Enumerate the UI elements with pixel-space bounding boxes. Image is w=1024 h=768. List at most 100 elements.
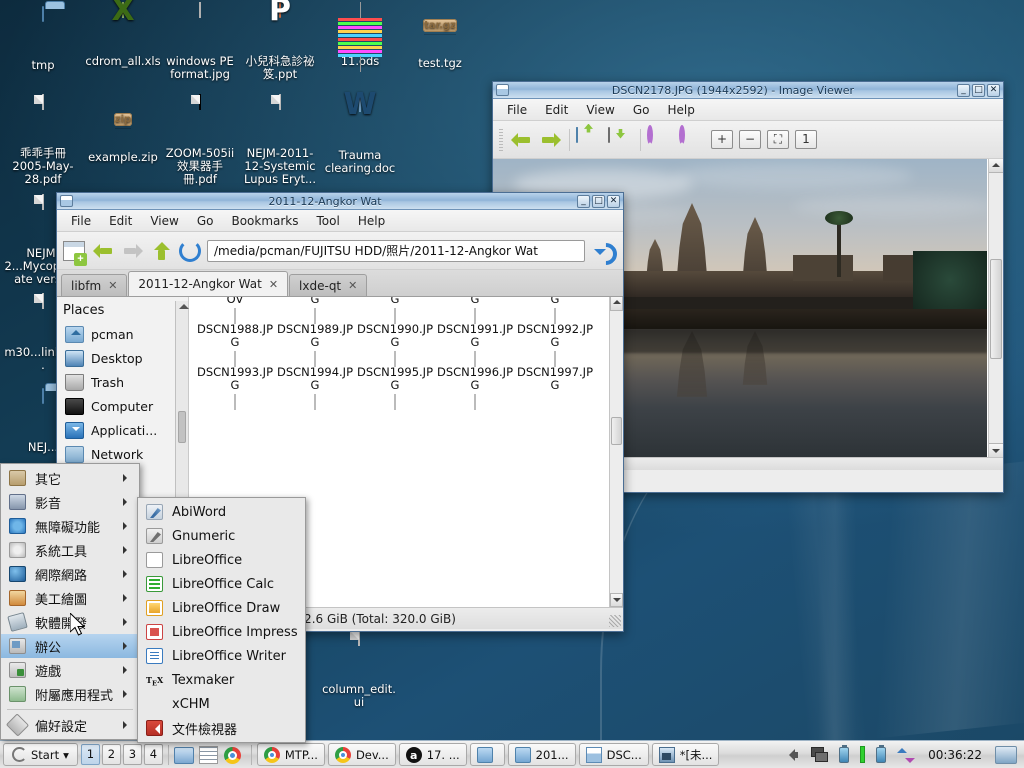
system-tray[interactable]: 00:36:22 xyxy=(786,746,1021,764)
start-button[interactable]: Start ▾ xyxy=(3,743,78,766)
path-input[interactable]: /media/pcman/FUJITSU HDD/照片/2011-12-Angk… xyxy=(207,240,585,262)
scroll-up-icon[interactable] xyxy=(179,304,189,309)
desktop-icon-trauma-clearing-doc[interactable]: W Trauma clearing.doc xyxy=(321,98,399,175)
menu-item-internet[interactable]: 網際網路 xyxy=(1,562,139,586)
desktop-icon-test-tgz[interactable]: tar.gz test.tgz xyxy=(401,6,479,70)
menu-go[interactable]: Go xyxy=(625,101,658,119)
network-icon[interactable] xyxy=(811,747,828,762)
task-button-17[interactable]: a 17. ... xyxy=(399,743,467,766)
zoom-in-button[interactable]: + xyxy=(711,130,733,149)
desktop-icon-windows-pe-format-jpg[interactable]: windows PE format.jpg xyxy=(161,4,239,81)
reload-button[interactable] xyxy=(179,240,201,262)
rotate-counterclockwise-button[interactable] xyxy=(679,128,705,152)
task-button-untitled[interactable]: *[未... xyxy=(652,743,720,766)
place-item-desktop[interactable]: Desktop xyxy=(63,346,188,370)
maximize-button[interactable]: □ xyxy=(592,195,605,208)
actual-size-button[interactable]: 1 xyxy=(795,130,817,149)
desktop-3-button[interactable]: 3 xyxy=(123,744,142,765)
desktop-icon-zoom505-pdf[interactable]: ZOOM-505ii 效果器手冊.pdf xyxy=(161,96,239,186)
chrome-launcher[interactable] xyxy=(224,744,246,766)
submenu-item-gnumeric[interactable]: Gnumeric xyxy=(138,524,305,548)
updown-arrows-icon[interactable] xyxy=(897,747,915,763)
office-submenu[interactable]: AbiWord Gnumeric LibreOffice LibreOffice… xyxy=(137,497,306,743)
new-tab-button[interactable] xyxy=(63,241,85,261)
file-manager-tabbar[interactable]: libfm ✕ 2011-12-Angkor Wat ✕ lxde-qt ✕ xyxy=(57,270,623,297)
file-item[interactable]: DSCN1990.JPG xyxy=(355,306,435,349)
submenu-item-document-viewer[interactable]: 文件檢視器 xyxy=(138,716,305,740)
minimize-button[interactable]: _ xyxy=(577,195,590,208)
rotate-clockwise-button[interactable] xyxy=(647,128,673,152)
menu-view[interactable]: View xyxy=(142,212,186,230)
show-desktop-icon[interactable] xyxy=(995,746,1017,764)
submenu-item-libreoffice-writer[interactable]: LibreOffice Writer xyxy=(138,644,305,668)
desktop-icon-pediatric-ppt[interactable]: P 小兒科急診祕笈.ppt xyxy=(241,4,319,81)
scroll-down-button[interactable] xyxy=(989,443,1003,457)
menu-item-development[interactable]: 軟體開發 xyxy=(1,610,139,634)
taskbar[interactable]: Start ▾ 1 2 3 4 MTP... Dev... a 17. ... xyxy=(0,740,1024,768)
scroll-down-button[interactable] xyxy=(610,593,623,607)
start-menu[interactable]: 其它 影音 無障礙功能 系統工具 網際網路 美工繪圖 軟體開發 xyxy=(0,463,140,740)
task-button-dsc[interactable]: DSC... xyxy=(579,743,649,766)
place-item-computer[interactable]: Computer xyxy=(63,394,188,418)
submenu-item-texmaker[interactable]: TEX Texmaker xyxy=(138,668,305,692)
scroll-thumb[interactable] xyxy=(990,259,1002,359)
image-viewer-toolbar[interactable]: + − ⛶ 1 xyxy=(493,121,1003,159)
tab-close-icon[interactable]: ✕ xyxy=(108,279,117,292)
file-item[interactable]: DSCN1993.JPG xyxy=(195,349,275,392)
menu-item-multimedia[interactable]: 影音 xyxy=(1,490,139,514)
submenu-item-abiword[interactable]: AbiWord xyxy=(138,500,305,524)
file-item[interactable]: DSCN1997.JPG xyxy=(515,349,595,392)
desktop-1-button[interactable]: 1 xyxy=(81,744,100,765)
file-manager-launcher[interactable] xyxy=(174,744,196,766)
scroll-up-button[interactable] xyxy=(989,159,1003,173)
tab-lxde-qt[interactable]: lxde-qt ✕ xyxy=(289,274,367,296)
file-manager-titlebar[interactable]: 2011-12-Angkor Wat _ □ ✕ xyxy=(57,193,623,210)
file-item[interactable]: DSCN1996.JPG xyxy=(435,349,515,392)
file-item[interactable] xyxy=(275,392,355,409)
menu-tool[interactable]: Tool xyxy=(309,212,348,230)
desktop-icon-tmp[interactable]: tmp xyxy=(4,8,82,72)
close-button[interactable]: ✕ xyxy=(987,84,1000,97)
zoom-out-button[interactable]: − xyxy=(739,130,761,149)
resize-grip[interactable] xyxy=(609,615,621,627)
menu-go[interactable]: Go xyxy=(189,212,222,230)
place-item-trash[interactable]: Trash xyxy=(63,370,188,394)
task-button-201[interactable]: 201... xyxy=(508,743,576,766)
file-item[interactable]: DSCN1994.JPG xyxy=(275,349,355,392)
desktop-icon-nejm-lupus-pdf[interactable]: NEJM-2011-12-Systemic Lupus Eryt... xyxy=(241,96,319,186)
file-item[interactable] xyxy=(355,392,435,409)
file-item[interactable]: DSCN1984.JPG xyxy=(275,297,355,306)
file-manager-toolbar[interactable]: /media/pcman/FUJITSU HDD/照片/2011-12-Angk… xyxy=(57,232,623,270)
previous-image-button[interactable] xyxy=(509,129,533,151)
scroll-thumb[interactable] xyxy=(178,411,186,443)
submenu-item-libreoffice-draw[interactable]: LibreOffice Draw xyxy=(138,596,305,620)
task-button-folder[interactable] xyxy=(470,743,505,766)
file-item[interactable]: DSCN1992.JPG xyxy=(515,306,595,349)
menu-view[interactable]: View xyxy=(578,101,622,119)
image-viewer-titlebar[interactable]: DSCN2178.JPG (1944x2592) - Image Viewer … xyxy=(493,82,1003,99)
desktop-icon-11-ods[interactable]: 11.ods xyxy=(321,4,399,68)
minimize-button[interactable]: _ xyxy=(957,84,970,97)
menu-edit[interactable]: Edit xyxy=(101,212,140,230)
desktop-icon-example-zip[interactable]: zip example.zip xyxy=(84,100,162,164)
file-item[interactable]: DSCN1995.JPG xyxy=(355,349,435,392)
tab-close-icon[interactable]: ✕ xyxy=(269,278,278,291)
file-item[interactable]: DSCN1989.JPG xyxy=(275,306,355,349)
menu-item-preferences[interactable]: 偏好設定 xyxy=(1,713,139,737)
place-item-applications[interactable]: Applicati... xyxy=(63,418,188,442)
open-file-button[interactable] xyxy=(576,128,602,152)
file-item[interactable] xyxy=(195,392,275,409)
file-item[interactable]: DSCN1991.JPG xyxy=(435,306,515,349)
file-item[interactable] xyxy=(435,392,515,409)
go-button[interactable] xyxy=(591,239,617,263)
task-button-dev[interactable]: Dev... xyxy=(328,743,396,766)
menu-item-accessories[interactable]: 附屬應用程式 xyxy=(1,682,139,706)
menu-item-other[interactable]: 其它 xyxy=(1,466,139,490)
text-editor-launcher[interactable] xyxy=(199,744,221,766)
maximize-button[interactable]: □ xyxy=(972,84,985,97)
save-file-button[interactable] xyxy=(608,128,634,152)
menu-file[interactable]: File xyxy=(499,101,535,119)
menu-item-system-tools[interactable]: 系統工具 xyxy=(1,538,139,562)
file-manager-menubar[interactable]: File Edit View Go Bookmarks Tool Help xyxy=(57,210,623,232)
forward-button[interactable] xyxy=(121,240,145,262)
